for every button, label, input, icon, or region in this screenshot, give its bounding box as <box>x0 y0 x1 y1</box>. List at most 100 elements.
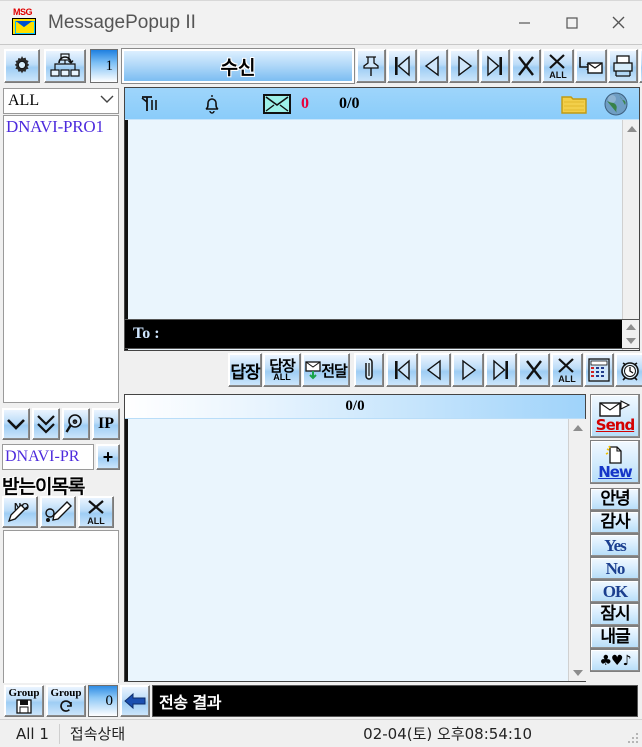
my-text-button[interactable]: 내글 <box>590 626 640 649</box>
left-arrow-icon[interactable] <box>120 685 150 717</box>
scroll-up-icon[interactable] <box>569 419 586 436</box>
ok-label: OK <box>602 582 628 601</box>
connection-state: 접속상태 <box>69 725 126 743</box>
thanks-label: 감사 <box>600 512 630 532</box>
first-record-icon[interactable] <box>387 49 417 83</box>
move-down-all-icon[interactable] <box>32 408 60 440</box>
print-icon[interactable] <box>608 49 638 83</box>
send-label: Send <box>595 415 635 434</box>
no-label: No <box>605 559 626 578</box>
page-title: MessagePopup II <box>48 11 196 33</box>
network-sync-icon[interactable] <box>44 49 86 83</box>
delete-record-icon[interactable] <box>511 49 541 83</box>
hello-button[interactable]: 안녕 <box>590 488 640 511</box>
minimize-button[interactable] <box>501 1 548 45</box>
new-label: New <box>598 462 633 481</box>
group-refresh-button[interactable]: Group <box>46 685 86 717</box>
find-user-icon[interactable]: ☻ <box>62 408 90 440</box>
received-message-body[interactable] <box>125 120 622 350</box>
globe-icon[interactable] <box>603 91 629 117</box>
compose-textarea[interactable] <box>125 419 568 681</box>
record-nav-toolbar: ALL ? <box>356 49 642 83</box>
reply-button[interactable]: 답장 <box>228 353 262 387</box>
delete-all-icon[interactable]: ALL <box>542 49 574 83</box>
session-count-badge[interactable]: 1 <box>90 49 118 83</box>
wait-label: 잠시 <box>600 604 630 624</box>
status-divider <box>58 723 60 744</box>
status-bar: All 1 접속상태 02-04(토) 오후08:54:10 <box>0 719 642 747</box>
group-save-button[interactable]: Group <box>4 685 44 717</box>
chevron-down-icon <box>100 95 114 107</box>
delete-record-icon[interactable] <box>518 353 550 387</box>
tab-receive[interactable]: 수신 <box>121 48 355 84</box>
bell-icon[interactable] <box>201 93 223 115</box>
last-record-icon[interactable] <box>480 49 510 83</box>
scroll-up-icon[interactable] <box>623 120 640 137</box>
compose-scrollbar[interactable] <box>568 419 586 681</box>
yes-label: Yes <box>604 536 627 555</box>
clear-all-icon[interactable]: ALL <box>78 496 114 528</box>
ip-button[interactable]: IP <box>92 408 120 440</box>
ip-button-label: IP <box>98 415 114 432</box>
forward-button[interactable]: 전달 <box>302 353 350 387</box>
next-record-icon[interactable] <box>449 49 479 83</box>
window-controls <box>501 1 642 45</box>
msg-envelope-icon: MSG <box>12 7 38 36</box>
new-button[interactable]: New <box>590 440 640 484</box>
received-scrollbar[interactable] <box>622 120 639 350</box>
svg-text:☻: ☻ <box>71 417 79 426</box>
recipient-name-field[interactable]: DNAVI-PR <box>2 444 94 470</box>
signal-bars-icon[interactable] <box>139 94 159 114</box>
title-bar: MSG MessagePopup II <box>0 0 642 44</box>
gear-icon[interactable] <box>4 49 40 83</box>
group-filter-select[interactable]: ALL <box>3 88 119 114</box>
thanks-button[interactable]: 감사 <box>590 511 640 534</box>
scroll-down-icon[interactable] <box>569 664 586 681</box>
ok-button[interactable]: OK <box>590 580 640 603</box>
prev-record-icon[interactable] <box>418 49 448 83</box>
sidebar-action-buttons: ☻ IP <box>2 408 122 440</box>
move-down-icon[interactable] <box>2 408 30 440</box>
resize-grip[interactable] <box>627 732 639 744</box>
refresh-icon <box>60 700 72 712</box>
symbols-label: ♣♥♪ <box>599 652 631 669</box>
to-field[interactable]: To : <box>124 319 640 349</box>
add-recipient-button[interactable]: + <box>96 444 120 470</box>
reply-all-button[interactable]: 답장 ALL <box>263 353 301 387</box>
symbols-button[interactable]: ♣♥♪ <box>590 649 640 672</box>
svg-text:ALL: ALL <box>558 374 576 383</box>
send-button[interactable]: Send <box>590 394 640 438</box>
no-edit-icon[interactable]: NO <box>2 496 38 528</box>
envelope-icon[interactable] <box>263 93 291 114</box>
alarm-clock-icon[interactable] <box>615 353 642 387</box>
prev-record-icon[interactable] <box>419 353 451 387</box>
sidebar: ALL DNAVI-PRO1 ☻ IP DNAVI-PR + 받는이목록 ALL <box>0 86 122 747</box>
close-button[interactable] <box>595 1 642 45</box>
list-item[interactable]: DNAVI-PRO1 <box>4 116 118 138</box>
delete-all-icon[interactable]: ALL <box>551 353 583 387</box>
compose-toolbar: 답장 답장 ALL 전달 ALL <box>124 352 642 388</box>
to-spinner[interactable] <box>622 320 639 348</box>
user-list[interactable]: DNAVI-PRO1 <box>3 115 119 403</box>
header-right-icons <box>561 91 639 117</box>
maximize-button[interactable] <box>548 1 595 45</box>
mail-move-icon[interactable] <box>575 49 607 83</box>
folder-icon[interactable] <box>561 93 587 115</box>
new-document-icon <box>605 445 622 464</box>
yes-button[interactable]: Yes <box>590 534 640 557</box>
record-position: 0/0 <box>339 94 360 112</box>
pin-icon[interactable] <box>356 49 386 83</box>
wait-button[interactable]: 잠시 <box>590 603 640 626</box>
quick-button-panel: Send New 안녕 감사 Yes No OK 잠시 내글 ♣♥♪ <box>590 394 640 682</box>
calculator-icon[interactable] <box>584 353 614 387</box>
group-count-badge[interactable]: 0 <box>88 685 118 717</box>
recipient-tool-buttons: NO ALL <box>2 496 116 528</box>
clear-icon[interactable] <box>40 496 76 528</box>
first-record-icon[interactable] <box>386 353 418 387</box>
my-text-label: 내글 <box>600 627 630 647</box>
attach-icon[interactable] <box>354 353 384 387</box>
next-record-icon[interactable] <box>452 353 484 387</box>
unread-count: 0 <box>301 94 309 112</box>
last-record-icon[interactable] <box>485 353 517 387</box>
no-button[interactable]: No <box>590 557 640 580</box>
